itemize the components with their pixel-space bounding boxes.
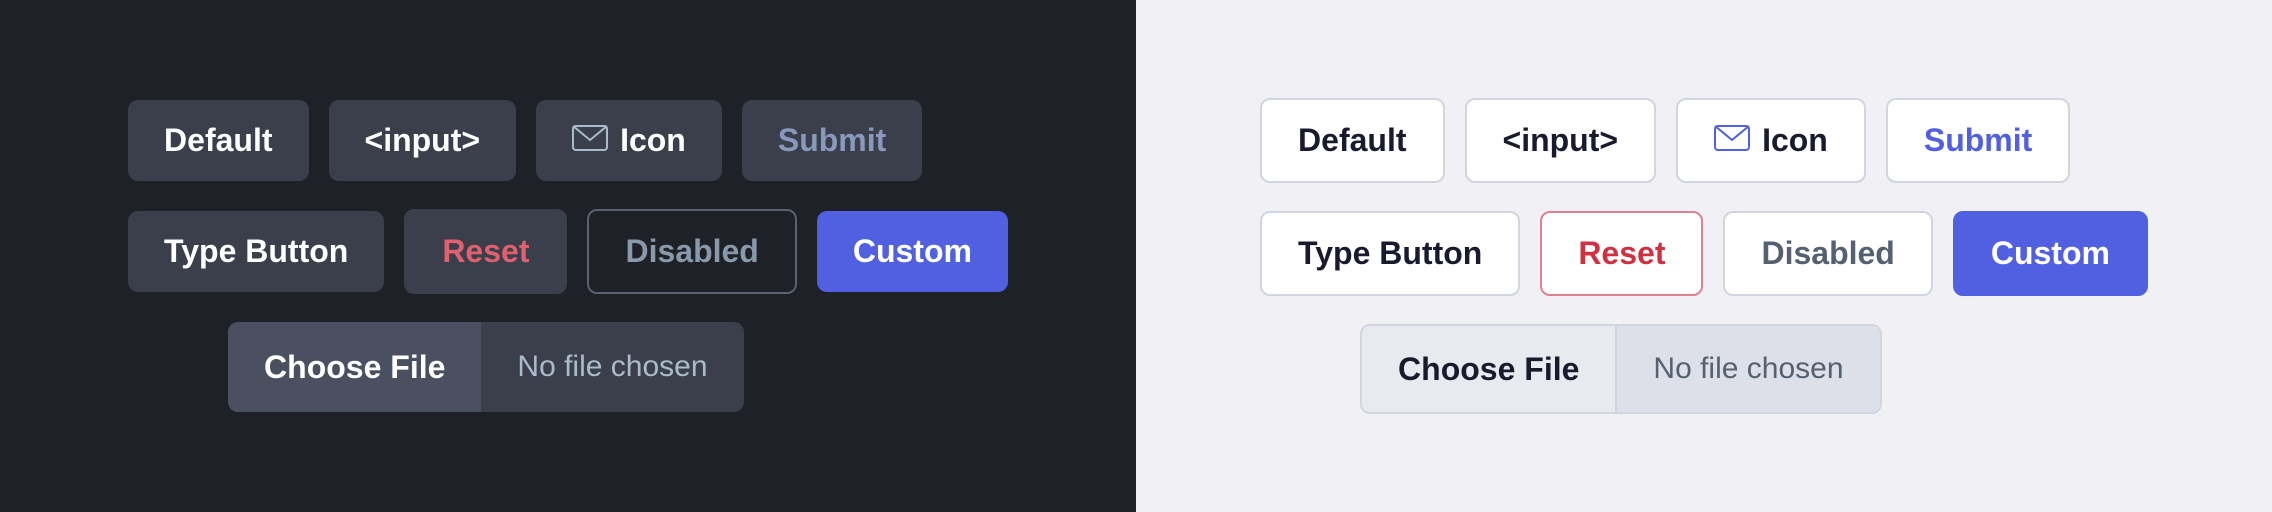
dark-panel: Default <input> Icon Submit Type Button … — [0, 0, 1136, 512]
dark-choose-file-button[interactable]: Choose File — [228, 322, 481, 412]
light-icon-button[interactable]: Icon — [1676, 98, 1866, 183]
dark-icon-label: Icon — [620, 122, 686, 159]
dark-row-2: Type Button Reset Disabled Custom — [128, 209, 1008, 294]
dark-custom-button[interactable]: Custom — [817, 211, 1008, 292]
dark-row-1: Default <input> Icon Submit — [128, 100, 1008, 181]
light-icon-label: Icon — [1762, 122, 1828, 159]
dark-reset-button[interactable]: Reset — [404, 209, 567, 294]
light-default-button[interactable]: Default — [1260, 98, 1444, 183]
light-row-2: Type Button Reset Disabled Custom — [1260, 211, 2148, 296]
dark-disabled-button: Disabled — [587, 209, 796, 294]
light-button-grid: Default <input> Icon Submit Type Button … — [1260, 98, 2148, 414]
light-row-3: Choose File No file chosen — [1260, 324, 2148, 414]
light-choose-file-button[interactable]: Choose File — [1362, 326, 1617, 412]
dark-row-3: Choose File No file chosen — [128, 322, 1008, 412]
light-row-1: Default <input> Icon Submit — [1260, 98, 2148, 183]
light-reset-button[interactable]: Reset — [1540, 211, 1703, 296]
dark-typebutton-button[interactable]: Type Button — [128, 211, 384, 292]
dark-submit-button[interactable]: Submit — [742, 100, 922, 181]
mail-icon — [572, 122, 608, 159]
dark-file-input[interactable]: Choose File No file chosen — [228, 322, 743, 412]
light-panel: Default <input> Icon Submit Type Button … — [1136, 0, 2272, 512]
light-input-button[interactable]: <input> — [1465, 98, 1657, 183]
light-submit-button[interactable]: Submit — [1886, 98, 2070, 183]
light-typebutton-button[interactable]: Type Button — [1260, 211, 1520, 296]
light-no-file-label: No file chosen — [1617, 326, 1879, 412]
dark-input-button[interactable]: <input> — [329, 100, 517, 181]
dark-no-file-label: No file chosen — [481, 322, 743, 412]
dark-default-button[interactable]: Default — [128, 100, 308, 181]
light-disabled-button: Disabled — [1723, 211, 1932, 296]
dark-icon-button[interactable]: Icon — [536, 100, 722, 181]
dark-button-grid: Default <input> Icon Submit Type Button … — [128, 100, 1008, 412]
light-custom-button[interactable]: Custom — [1953, 211, 2148, 296]
light-file-input[interactable]: Choose File No file chosen — [1360, 324, 1881, 414]
mail-icon-light — [1714, 122, 1750, 159]
